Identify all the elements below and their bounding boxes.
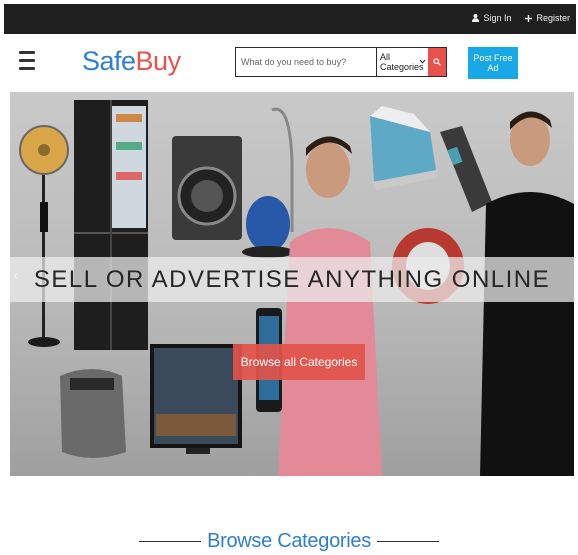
browse-all-categories-button[interactable]: Browse all Categories — [233, 344, 365, 380]
hero-headline: SELL OR ADVERTISE ANYTHING ONLINE — [33, 265, 551, 293]
post-free-ad-button[interactable]: Post Free Ad — [468, 47, 518, 79]
search-bar: All Categories — [235, 47, 447, 77]
plus-icon — [525, 14, 533, 22]
logo-buy: Buy — [135, 46, 182, 76]
section-title: Browse Categories — [207, 529, 371, 552]
site-logo[interactable]: SafeBuy — [82, 46, 181, 77]
hero-slider: ‹ SELL OR ADVERTISE ANYTHING ONLINE Brow… — [10, 92, 574, 476]
menu-icon[interactable] — [19, 51, 35, 71]
user-icon — [472, 14, 480, 22]
signin-link[interactable]: Sign In — [472, 13, 511, 23]
browse-categories-heading: Browse Categories — [0, 527, 578, 555]
search-button[interactable] — [428, 48, 446, 76]
account-links: Sign In Register — [472, 13, 570, 23]
heading-rule-left — [139, 540, 202, 542]
register-link[interactable]: Register — [525, 13, 570, 23]
site-header: SafeBuy All Categories Post Free Ad — [4, 34, 576, 92]
signin-label: Sign In — [483, 13, 512, 23]
register-label: Register — [536, 13, 570, 23]
logo-safe: Safe — [82, 46, 136, 76]
chevron-down-icon — [419, 57, 426, 67]
category-select[interactable]: All Categories — [376, 48, 428, 76]
heading-rule-right — [376, 540, 439, 542]
search-icon — [433, 53, 441, 71]
top-bar: Sign In Register — [4, 4, 576, 34]
search-input[interactable] — [236, 48, 376, 76]
